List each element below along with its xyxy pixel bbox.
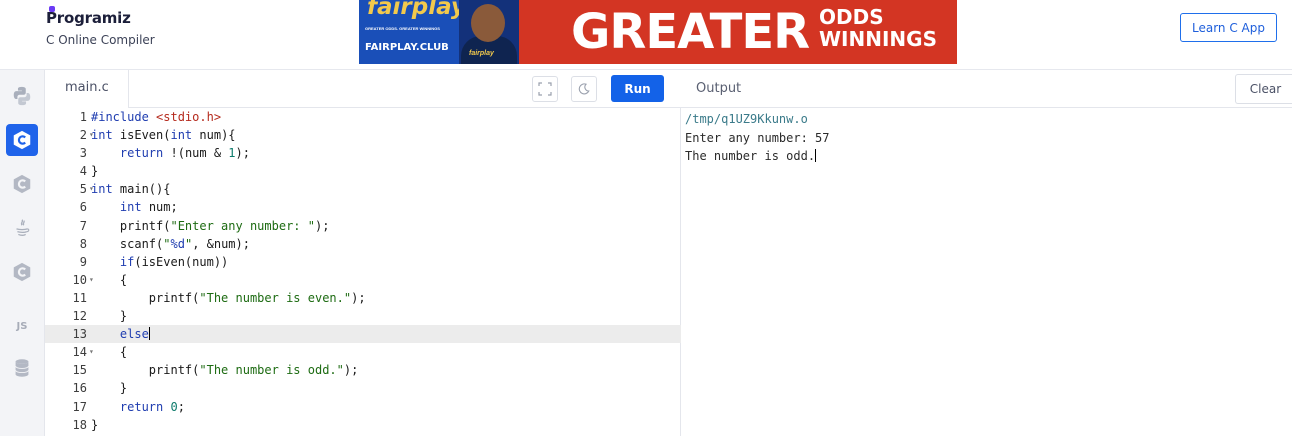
code-line: 17 return 0; bbox=[45, 398, 681, 416]
code-line: 8 scanf("%d", &num); bbox=[45, 235, 681, 253]
line-number: 1 bbox=[79, 110, 87, 124]
code-line: 12 } bbox=[45, 307, 681, 325]
code-line: 3 return !(num & 1); bbox=[45, 144, 681, 162]
code-line: 10 ▾ { bbox=[45, 271, 681, 289]
code-line: 14 ▾ { bbox=[45, 343, 681, 361]
ad-headline-right: ODDS WINNINGS bbox=[819, 6, 937, 50]
advertisement-banner[interactable]: fairplay GREATER ODDS. GREATER WINNINGS … bbox=[359, 0, 957, 64]
ad-winnings-text: WINNINGS bbox=[819, 27, 937, 51]
output-toolbar: Output Clear bbox=[681, 70, 1292, 108]
programiz-logo-icon bbox=[49, 6, 55, 12]
text-cursor bbox=[815, 149, 817, 162]
line-number: 9 bbox=[79, 254, 87, 269]
line-number: 8 bbox=[79, 236, 87, 251]
output-line: /tmp/q1UZ9Kkunw.o bbox=[685, 112, 808, 126]
code-line: 6 int num; bbox=[45, 198, 681, 216]
brand-name: Programiz bbox=[46, 9, 131, 27]
line-number: 12 bbox=[72, 309, 87, 324]
code-line: 5 ▾ int main(){ bbox=[45, 180, 681, 198]
file-tab-main-c[interactable]: main.c bbox=[45, 70, 129, 108]
sidebar-item-java[interactable] bbox=[6, 212, 38, 244]
ad-headline: GREATER bbox=[571, 4, 810, 60]
line-number: 14 bbox=[72, 345, 87, 360]
ad-site: FAIRPLAY.CLUB bbox=[365, 42, 449, 53]
line-number: 13 bbox=[72, 327, 87, 342]
output-line: Enter any number: 57 bbox=[685, 130, 830, 145]
code-line: 2 ▾ int isEven(int num){ bbox=[45, 126, 681, 144]
output-line: The number is odd. bbox=[685, 149, 817, 163]
line-number: 2 bbox=[79, 128, 87, 143]
ad-brand-logo: fairplay bbox=[367, 0, 466, 20]
text-cursor bbox=[148, 327, 150, 341]
run-button[interactable]: Run bbox=[611, 75, 664, 102]
java-icon bbox=[16, 219, 30, 236]
ad-tagline: GREATER ODDS. GREATER WINNINGS bbox=[365, 26, 440, 31]
output-title: Output bbox=[696, 81, 742, 96]
line-number: 18 bbox=[72, 417, 87, 432]
code-editor-panel: main.c Run 1 #include <stdio.h> 2 ▾ int … bbox=[45, 70, 681, 436]
brand-subtitle: C Online Compiler bbox=[46, 33, 155, 47]
line-number: 7 bbox=[79, 218, 87, 233]
ad-odds-text: ODDS bbox=[819, 5, 884, 29]
fullscreen-icon bbox=[538, 82, 552, 96]
output-panel: Output Clear /tmp/q1UZ9Kkunw.o Enter any… bbox=[681, 70, 1292, 436]
code-line: 18 } bbox=[45, 416, 681, 434]
language-sidebar: JS bbox=[0, 70, 45, 436]
top-header: Programiz C Online Compiler fairplay GRE… bbox=[0, 0, 1292, 70]
sidebar-item-csharp[interactable] bbox=[6, 256, 38, 288]
theme-toggle-button[interactable] bbox=[571, 76, 597, 102]
line-number: 6 bbox=[79, 200, 87, 215]
code-line: 4 } bbox=[45, 162, 681, 180]
sidebar-item-javascript[interactable]: JS bbox=[6, 310, 38, 342]
code-line: 15 printf("The number is odd."); bbox=[45, 361, 681, 379]
brand[interactable]: Programiz C Online Compiler bbox=[46, 6, 155, 47]
code-line: 16 } bbox=[45, 379, 681, 397]
ad-brand-panel: fairplay GREATER ODDS. GREATER WINNINGS … bbox=[359, 0, 466, 64]
c-icon bbox=[13, 130, 31, 150]
js-icon: JS bbox=[16, 320, 28, 332]
fullscreen-button[interactable] bbox=[532, 76, 558, 102]
cpp-icon bbox=[13, 174, 31, 194]
line-number: 16 bbox=[72, 381, 87, 396]
code-line: 1 #include <stdio.h> bbox=[45, 108, 681, 126]
line-number: 15 bbox=[72, 363, 87, 378]
line-number: 17 bbox=[72, 399, 87, 414]
output-console[interactable]: /tmp/q1UZ9Kkunw.o Enter any number: 57 T… bbox=[685, 110, 830, 166]
line-number: 4 bbox=[79, 164, 87, 179]
app-root: Programiz C Online Compiler fairplay GRE… bbox=[0, 0, 1292, 436]
clear-button[interactable]: Clear bbox=[1235, 74, 1292, 104]
code-line: 9 if(isEven(num)) bbox=[45, 253, 681, 271]
editor-toolbar: main.c Run bbox=[45, 70, 681, 108]
moon-icon bbox=[578, 83, 590, 95]
sidebar-item-sql[interactable] bbox=[6, 352, 38, 384]
code-line-current: 13 else bbox=[45, 325, 681, 344]
code-line: 7 printf("Enter any number: "); bbox=[45, 217, 681, 235]
ad-jersey-logo: fairplay bbox=[469, 50, 494, 57]
sidebar-item-cpp[interactable] bbox=[6, 168, 38, 200]
learn-c-app-button[interactable]: Learn C App bbox=[1180, 13, 1277, 42]
line-number: 11 bbox=[72, 290, 87, 305]
sidebar-item-c[interactable] bbox=[6, 124, 38, 156]
code-area[interactable]: 1 #include <stdio.h> 2 ▾ int isEven(int … bbox=[45, 108, 681, 436]
line-number: 10 bbox=[72, 272, 87, 287]
csharp-icon bbox=[13, 262, 31, 282]
python-icon bbox=[13, 86, 31, 106]
line-number: 5 bbox=[79, 182, 87, 197]
sidebar-item-python[interactable] bbox=[6, 80, 38, 112]
database-icon bbox=[15, 359, 29, 377]
line-number: 3 bbox=[79, 146, 87, 161]
code-line: 11 printf("The number is even."); bbox=[45, 289, 681, 307]
